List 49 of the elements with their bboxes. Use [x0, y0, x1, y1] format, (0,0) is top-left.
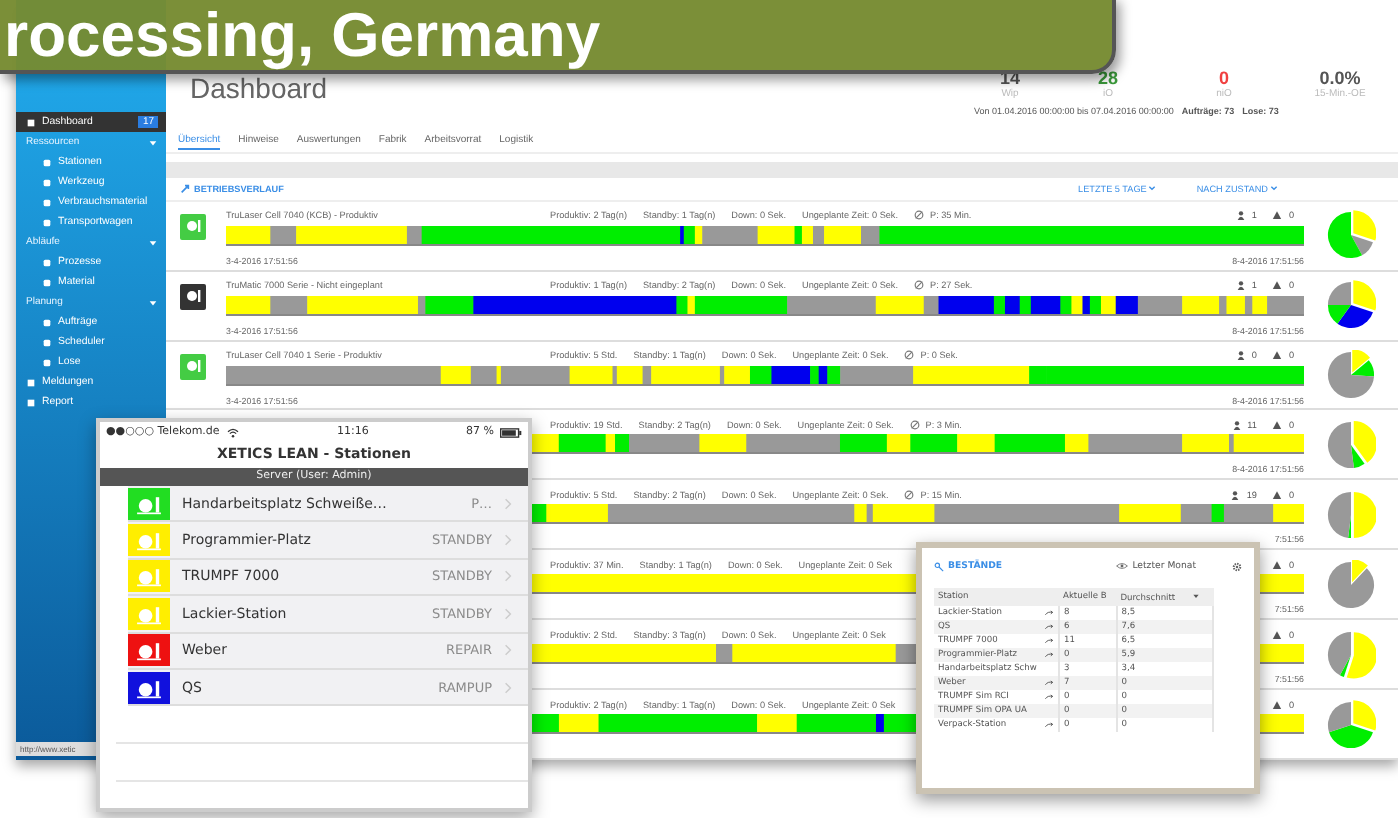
pie-drawing [1326, 280, 1376, 331]
person-icon [1231, 419, 1242, 430]
kpi-value: 28 [1097, 68, 1118, 88]
pie-drawing [1326, 419, 1376, 470]
link-arrow-icon[interactable] [1044, 694, 1054, 700]
person-icon [1230, 489, 1241, 500]
person-icon [1235, 350, 1246, 361]
link-arrow-icon[interactable] [1044, 610, 1054, 616]
chevron-icon [504, 681, 512, 694]
wifi-icon [225, 427, 240, 437]
kpi-value: 0.0% [1319, 68, 1361, 88]
chevron-icon [504, 497, 512, 510]
person-icon [1235, 210, 1246, 221]
link-arrow-icon[interactable] [1044, 638, 1054, 644]
person-icon [1235, 280, 1246, 291]
pie-drawing [1326, 350, 1376, 400]
link-arrow-icon[interactable] [1044, 652, 1054, 658]
pie-drawing [1326, 699, 1376, 750]
warning-icon [1272, 350, 1283, 361]
link-arrow-icon[interactable] [1044, 624, 1054, 630]
pie-drawing [1326, 559, 1376, 610]
page-title: Dashboard [190, 72, 327, 108]
warning-icon [1272, 629, 1283, 640]
caret-icon [148, 237, 158, 247]
pie-drawing [1326, 489, 1376, 540]
warning-icon [1272, 419, 1283, 430]
chevron-icon [504, 607, 512, 620]
warning-icon [1272, 210, 1283, 221]
battery-icon [500, 427, 522, 437]
link-arrow-icon[interactable] [1044, 722, 1054, 728]
warning-icon [1272, 489, 1283, 500]
banner-title: rocessing, Germany [2, 2, 601, 70]
warning-icon [1272, 280, 1283, 291]
chevron-icon [504, 570, 512, 583]
expand-icon [180, 183, 190, 194]
caret-icon [148, 137, 158, 147]
pie-drawing [1326, 210, 1376, 261]
caret-icon [1148, 183, 1157, 192]
kpi-value: 0 [1218, 68, 1229, 88]
settings-icon[interactable] [1232, 561, 1242, 571]
pie-drawing [1326, 629, 1376, 680]
menu-icon [26, 117, 36, 127]
link-arrow-icon[interactable] [1044, 680, 1054, 686]
warning-icon [1272, 559, 1283, 570]
caret-icon [148, 297, 158, 307]
chevron-icon [504, 644, 512, 657]
eye-icon [1116, 562, 1129, 570]
warning-icon [1272, 699, 1283, 710]
chevron-icon [504, 534, 512, 547]
